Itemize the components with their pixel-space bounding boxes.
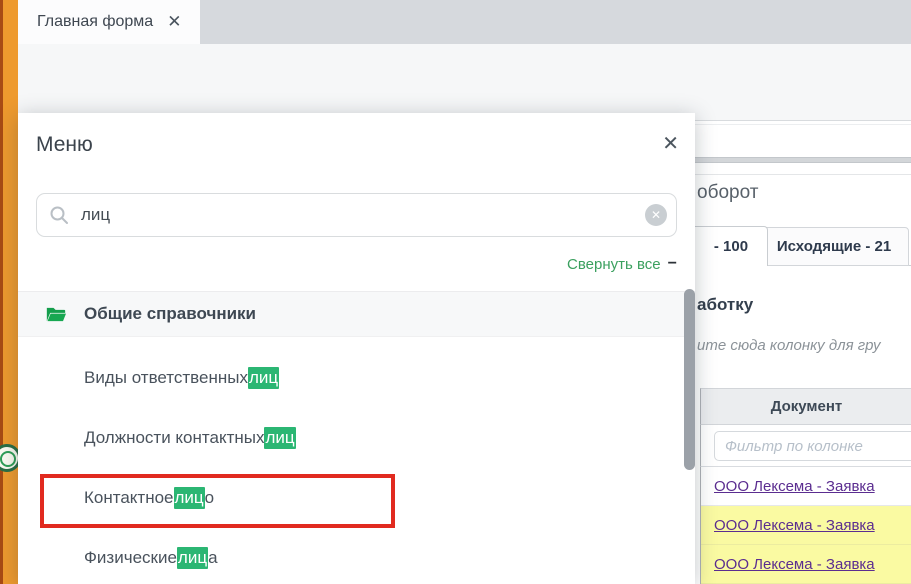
search-match-highlight: лиц	[177, 547, 208, 569]
section-title: оборот	[697, 182, 758, 204]
clear-search-icon[interactable]: ✕	[645, 204, 667, 226]
search-match-highlight: лиц	[264, 427, 295, 449]
action-link[interactable]: аботку	[697, 295, 753, 315]
table-row[interactable]: ООО Лексема - Заявка	[701, 506, 911, 545]
tab-main-form-label: Главная форма	[37, 13, 153, 31]
tab-outgoing[interactable]: Исходящие - 21	[759, 227, 909, 266]
item-text: Должности контактных	[84, 428, 264, 448]
tab-main-form[interactable]: Главная форма ✕	[18, 0, 200, 44]
tab-close-icon[interactable]: ✕	[167, 12, 181, 32]
tab-incoming-label: - 100	[714, 238, 748, 255]
search-match-highlight: лиц	[248, 367, 279, 389]
item-text: Физические	[84, 548, 177, 568]
document-workspace: оборот - 100 Исходящие - 21 аботку ите с…	[695, 0, 911, 584]
menu-title: Меню	[36, 133, 93, 157]
item-text: о	[205, 488, 214, 508]
menu-item-contact-person[interactable]: Контактное лицо	[18, 478, 681, 518]
item-text: а	[208, 548, 217, 568]
document-grid: ООО Лексема - Заявка ООО Лексема - Заявк…	[700, 467, 911, 584]
search-input[interactable]: лиц	[81, 194, 110, 236]
menu-group-common-directories[interactable]: Общие справочники	[18, 291, 695, 337]
column-header-document[interactable]: Документ	[700, 388, 911, 425]
search-icon	[49, 205, 69, 225]
horizontal-splitter[interactable]	[695, 157, 911, 163]
panel-divider	[695, 174, 911, 175]
close-icon[interactable]: ✕	[662, 131, 679, 156]
tab-bar: Главная форма ✕	[18, 0, 911, 44]
column-filter-input[interactable]	[714, 431, 911, 461]
menu-modal: Меню ✕ лиц ✕ Свернуть все − Общие справо…	[18, 113, 695, 584]
tab-outgoing-label: Исходящие - 21	[777, 238, 891, 255]
document-link[interactable]: ООО Лексема - Заявка	[714, 517, 875, 534]
left-accent-bar	[0, 0, 18, 584]
minus-icon: −	[668, 255, 677, 273]
document-link[interactable]: ООО Лексема - Заявка	[714, 478, 875, 495]
menu-group-label: Общие справочники	[84, 304, 256, 324]
tab-incoming[interactable]: - 100	[695, 226, 768, 266]
item-text: Контактное	[84, 488, 174, 508]
collapse-all-button[interactable]: Свернуть все −	[567, 255, 677, 273]
open-folder-icon	[46, 306, 66, 323]
table-row[interactable]: ООО Лексема - Заявка	[701, 467, 911, 506]
document-link[interactable]: ООО Лексема - Заявка	[714, 556, 875, 573]
menu-search-box[interactable]: лиц ✕	[36, 193, 677, 237]
item-text: Виды ответственных	[84, 368, 248, 388]
table-row[interactable]: ООО Лексема - Заявка	[701, 545, 911, 584]
column-header-label: Документ	[771, 398, 843, 415]
filter-row	[700, 425, 911, 467]
panel-divider	[695, 124, 911, 125]
menu-item-contact-person-positions[interactable]: Должности контактных лиц	[18, 418, 681, 458]
menu-item-responsible-person-types[interactable]: Виды ответственных лиц	[18, 358, 681, 398]
collapse-all-label: Свернуть все	[567, 256, 661, 273]
search-match-highlight: лиц	[174, 487, 205, 509]
menu-scrollbar-thumb[interactable]	[684, 289, 695, 470]
menu-item-individuals[interactable]: Физические лица	[18, 538, 681, 578]
group-drag-hint: ите сюда колонку для гру	[697, 337, 881, 354]
